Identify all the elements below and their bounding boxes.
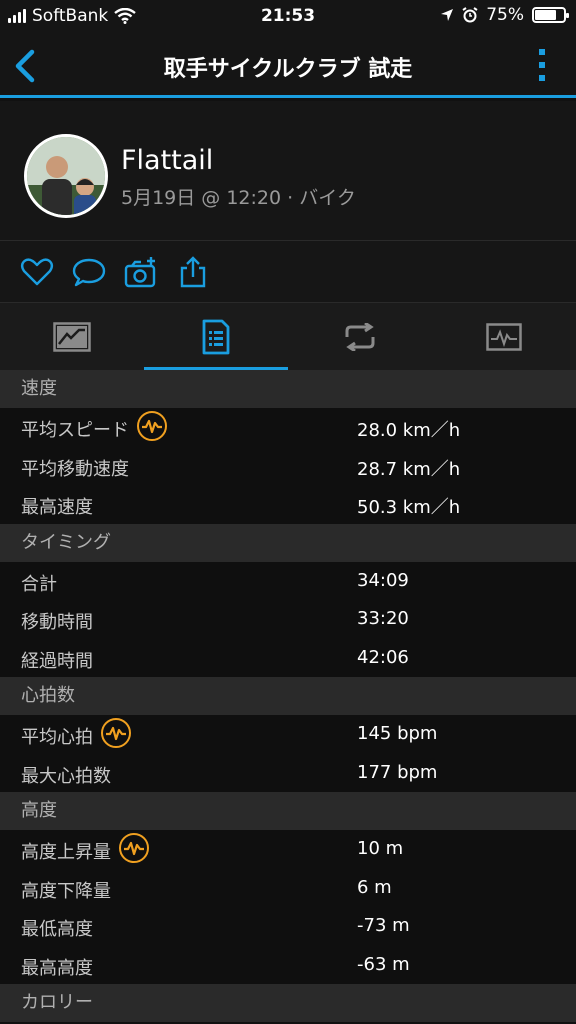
stat-value: 28.7 km／h <box>357 458 461 480</box>
section-header: 心拍数 <box>0 677 576 715</box>
stat-label: 平均心拍 <box>21 718 131 749</box>
tab-stats[interactable] <box>144 303 288 370</box>
like-icon[interactable] <box>20 255 54 289</box>
stat-row: 平均移動速度 28.7 km／h <box>0 446 576 485</box>
stat-row: 最低高度 -73 m <box>0 907 576 946</box>
detail-tabs <box>0 303 576 370</box>
stat-label-text: 最高速度 <box>21 497 93 518</box>
more-options-icon[interactable] <box>538 48 546 82</box>
battery-percent: 75% <box>486 5 524 25</box>
stat-row: 経過時間 42:06 <box>0 638 576 677</box>
user-name[interactable]: Flattail <box>121 145 213 176</box>
alarm-icon <box>462 7 478 23</box>
stat-value: 34:09 <box>357 569 409 591</box>
stat-label-text: 経過時間 <box>21 650 93 672</box>
avatar-photo <box>27 137 105 215</box>
stat-label-text: 平均スピード <box>21 420 129 441</box>
stat-row: 合計 34:09 <box>0 561 576 600</box>
stat-value: 42:06 <box>357 646 409 668</box>
tab-summary[interactable] <box>0 303 144 370</box>
activity-meta: 5月19日 @ 12:20 · バイク <box>121 187 356 209</box>
stat-row: 最大心拍数 177 bpm <box>0 753 576 792</box>
stat-label: 高度下降量 <box>21 877 111 903</box>
nav-bar: 取手サイクルクラブ 試走 <box>0 34 576 98</box>
stats-list-icon <box>202 319 230 354</box>
page-title: 取手サイクルクラブ 試走 <box>163 57 413 82</box>
add-photo-icon[interactable] <box>124 255 158 289</box>
action-bar <box>0 241 576 303</box>
stats-list: 速度平均スピード 28.0 km／h 平均移動速度 28.7 km／h 最高速度 50.3… <box>0 370 576 1022</box>
avatar[interactable] <box>24 134 108 218</box>
stat-label: 最高速度 <box>21 493 93 519</box>
battery-fill <box>535 10 556 20</box>
stat-row: 平均スピード 28.0 km／h <box>0 408 576 447</box>
stat-label-text: 最大心拍数 <box>21 765 111 787</box>
stat-value: 6 m <box>357 876 392 898</box>
stat-label: 最大心拍数 <box>21 762 111 788</box>
stat-label-text: 移動時間 <box>21 612 93 633</box>
battery-icon <box>532 7 569 23</box>
stat-label: 平均スピード <box>21 411 167 442</box>
stat-label: 最高高度 <box>21 954 93 980</box>
stat-row: 高度上昇量 10 m <box>0 830 576 869</box>
status-bar: SoftBank 21:53 75% <box>0 0 576 34</box>
stat-label-text: 最低高度 <box>21 919 93 940</box>
stat-value: 177 bpm <box>357 761 438 783</box>
stat-value: 145 bpm <box>357 723 438 744</box>
location-arrow-icon <box>441 9 454 21</box>
status-right: 75% <box>440 5 569 25</box>
tab-graphs[interactable] <box>432 303 576 370</box>
stat-label-text: 平均移動速度 <box>21 458 129 480</box>
stat-label-text: 高度上昇量 <box>21 842 111 863</box>
stat-label-text: 平均心拍 <box>21 727 93 748</box>
stat-label: 平均移動速度 <box>21 455 129 481</box>
stat-value: 33:20 <box>357 608 409 629</box>
section-header: 速度 <box>0 370 576 408</box>
section-header: 高度 <box>0 792 576 830</box>
stat-row: 高度下降量 6 m <box>0 868 576 907</box>
laps-icon <box>345 322 375 351</box>
stat-label-text: 合計 <box>21 573 57 595</box>
comment-icon[interactable] <box>72 255 106 289</box>
stat-row: 最高速度 50.3 km／h <box>0 485 576 524</box>
activity-header: Flattail 5月19日 @ 12:20 · バイク <box>0 101 576 241</box>
stat-label: 高度上昇量 <box>21 833 149 864</box>
share-icon[interactable] <box>176 255 210 289</box>
stat-value: 10 m <box>357 838 404 859</box>
stat-value: 28.0 km／h <box>357 420 461 441</box>
stat-label: 移動時間 <box>21 608 93 634</box>
stat-row: 平均心拍 145 bpm <box>0 715 576 754</box>
personal-record-badge-icon[interactable] <box>101 718 131 748</box>
stat-label: 合計 <box>21 570 57 596</box>
stat-label: 経過時間 <box>21 647 93 673</box>
back-chevron-icon[interactable] <box>8 46 44 86</box>
summary-chart-icon <box>53 321 91 352</box>
stat-value: -73 m <box>357 915 410 936</box>
stat-value: -63 m <box>357 953 410 975</box>
stat-value: 50.3 km／h <box>357 497 461 518</box>
section-header: タイミング <box>0 523 576 562</box>
personal-record-badge-icon[interactable] <box>119 833 149 863</box>
stat-label-text: 高度下降量 <box>21 880 111 902</box>
stat-row: 最高高度 -63 m <box>0 945 576 984</box>
stat-label-text: 最高高度 <box>21 957 93 979</box>
graph-icon <box>486 322 522 351</box>
section-header: カロリー <box>0 984 576 1022</box>
personal-record-badge-icon[interactable] <box>137 411 167 441</box>
stat-label: 最低高度 <box>21 915 93 941</box>
stat-row: 移動時間 33:20 <box>0 600 576 639</box>
tab-laps[interactable] <box>288 303 432 370</box>
